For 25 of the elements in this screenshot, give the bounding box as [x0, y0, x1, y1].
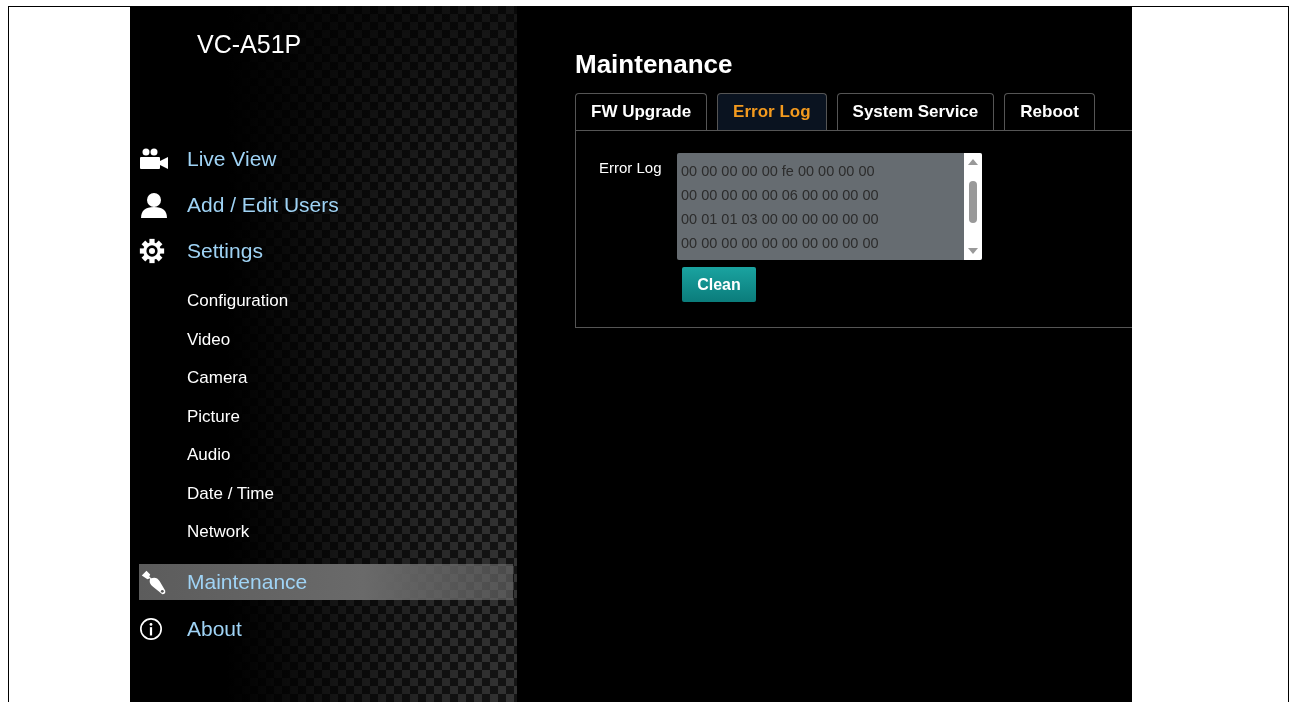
tab[interactable]: Error Log	[717, 93, 827, 130]
page-heading: Maintenance	[575, 48, 734, 80]
settings-icon	[139, 238, 165, 264]
submenu-item[interactable]: Network	[187, 513, 517, 552]
submenu-item[interactable]: Audio	[187, 436, 517, 475]
clean-button[interactable]: Clean	[682, 267, 756, 302]
tab[interactable]: Reboot	[1004, 93, 1095, 130]
submenu-item[interactable]: Camera	[187, 359, 517, 398]
user-icon	[139, 192, 169, 218]
submenu-item[interactable]: Configuration	[187, 282, 517, 321]
info-icon	[139, 616, 163, 641]
submenu-item[interactable]: Video	[187, 320, 517, 359]
nav-item[interactable]: Live View	[130, 136, 504, 182]
submenu-item[interactable]: Picture	[187, 397, 517, 436]
nav-item[interactable]: Settings	[130, 228, 504, 274]
submenu-item[interactable]: Date / Time	[187, 474, 517, 513]
nav-item[interactable]: Maintenance	[139, 563, 513, 600]
tab[interactable]: FW Upgrade	[575, 93, 708, 130]
product-title: VC-A51P	[197, 32, 303, 56]
nav-item[interactable]: About	[130, 605, 504, 652]
tab[interactable]: System Service	[836, 93, 995, 130]
video-camera-icon	[139, 148, 169, 170]
nav-item[interactable]: Add / Edit Users	[130, 182, 504, 228]
field-label: Error Log	[599, 159, 663, 178]
scrollbar[interactable]	[964, 153, 982, 260]
